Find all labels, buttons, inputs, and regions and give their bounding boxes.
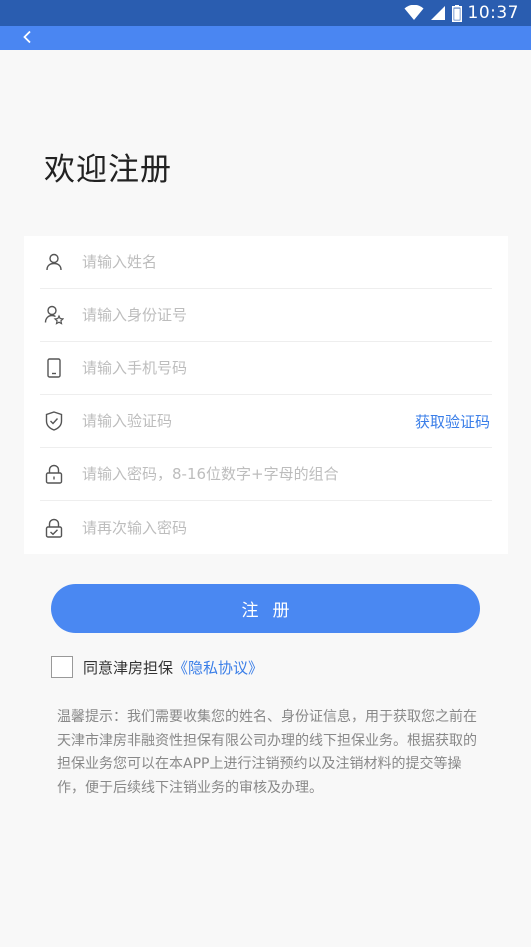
privacy-agreement-link[interactable]: 《隐私协议》 <box>173 657 263 678</box>
agreement-text: 同意津房担保 <box>83 658 174 677</box>
nav-bar <box>0 26 531 50</box>
agreement-checkbox[interactable] <box>51 656 73 678</box>
phone-icon <box>44 358 64 378</box>
lock-check-icon <box>44 518 64 538</box>
get-code-button[interactable]: 获取验证码 <box>415 411 490 432</box>
password-input[interactable] <box>82 465 492 483</box>
phone-input[interactable] <box>82 359 492 377</box>
registration-form: 获取验证码 <box>24 236 508 554</box>
verification-code-input[interactable] <box>82 412 415 430</box>
battery-icon <box>451 4 462 22</box>
signal-icon <box>430 6 445 20</box>
code-row: 获取验证码 <box>40 395 492 448</box>
user-icon <box>44 252 64 272</box>
back-button[interactable] <box>14 27 40 47</box>
chevron-left-icon <box>23 30 31 44</box>
page-title: 欢迎注册 <box>44 152 172 188</box>
user-star-icon <box>44 305 64 325</box>
register-button[interactable]: 注册 <box>51 584 480 633</box>
lock-icon <box>44 464 64 484</box>
notice-text: 温馨提示：我们需要收集您的姓名、身份证信息，用于获取您之前在天津市津房非融资性担… <box>57 709 477 796</box>
id-row <box>40 289 492 342</box>
wifi-icon <box>404 5 423 20</box>
password-row <box>40 448 492 501</box>
id-number-input[interactable] <box>82 306 492 324</box>
confirm-password-row <box>40 501 492 554</box>
name-row <box>40 236 492 289</box>
confirm-password-input[interactable] <box>82 518 492 537</box>
shield-check-icon <box>44 411 64 431</box>
agreement-row: 同意津房担保 《隐私协议》 <box>51 655 263 679</box>
status-icons: 10:37 <box>404 3 520 23</box>
name-input[interactable] <box>82 253 492 271</box>
status-time: 10:37 <box>467 3 519 23</box>
status-bar: 10:37 <box>0 0 531 26</box>
phone-row <box>40 342 492 395</box>
